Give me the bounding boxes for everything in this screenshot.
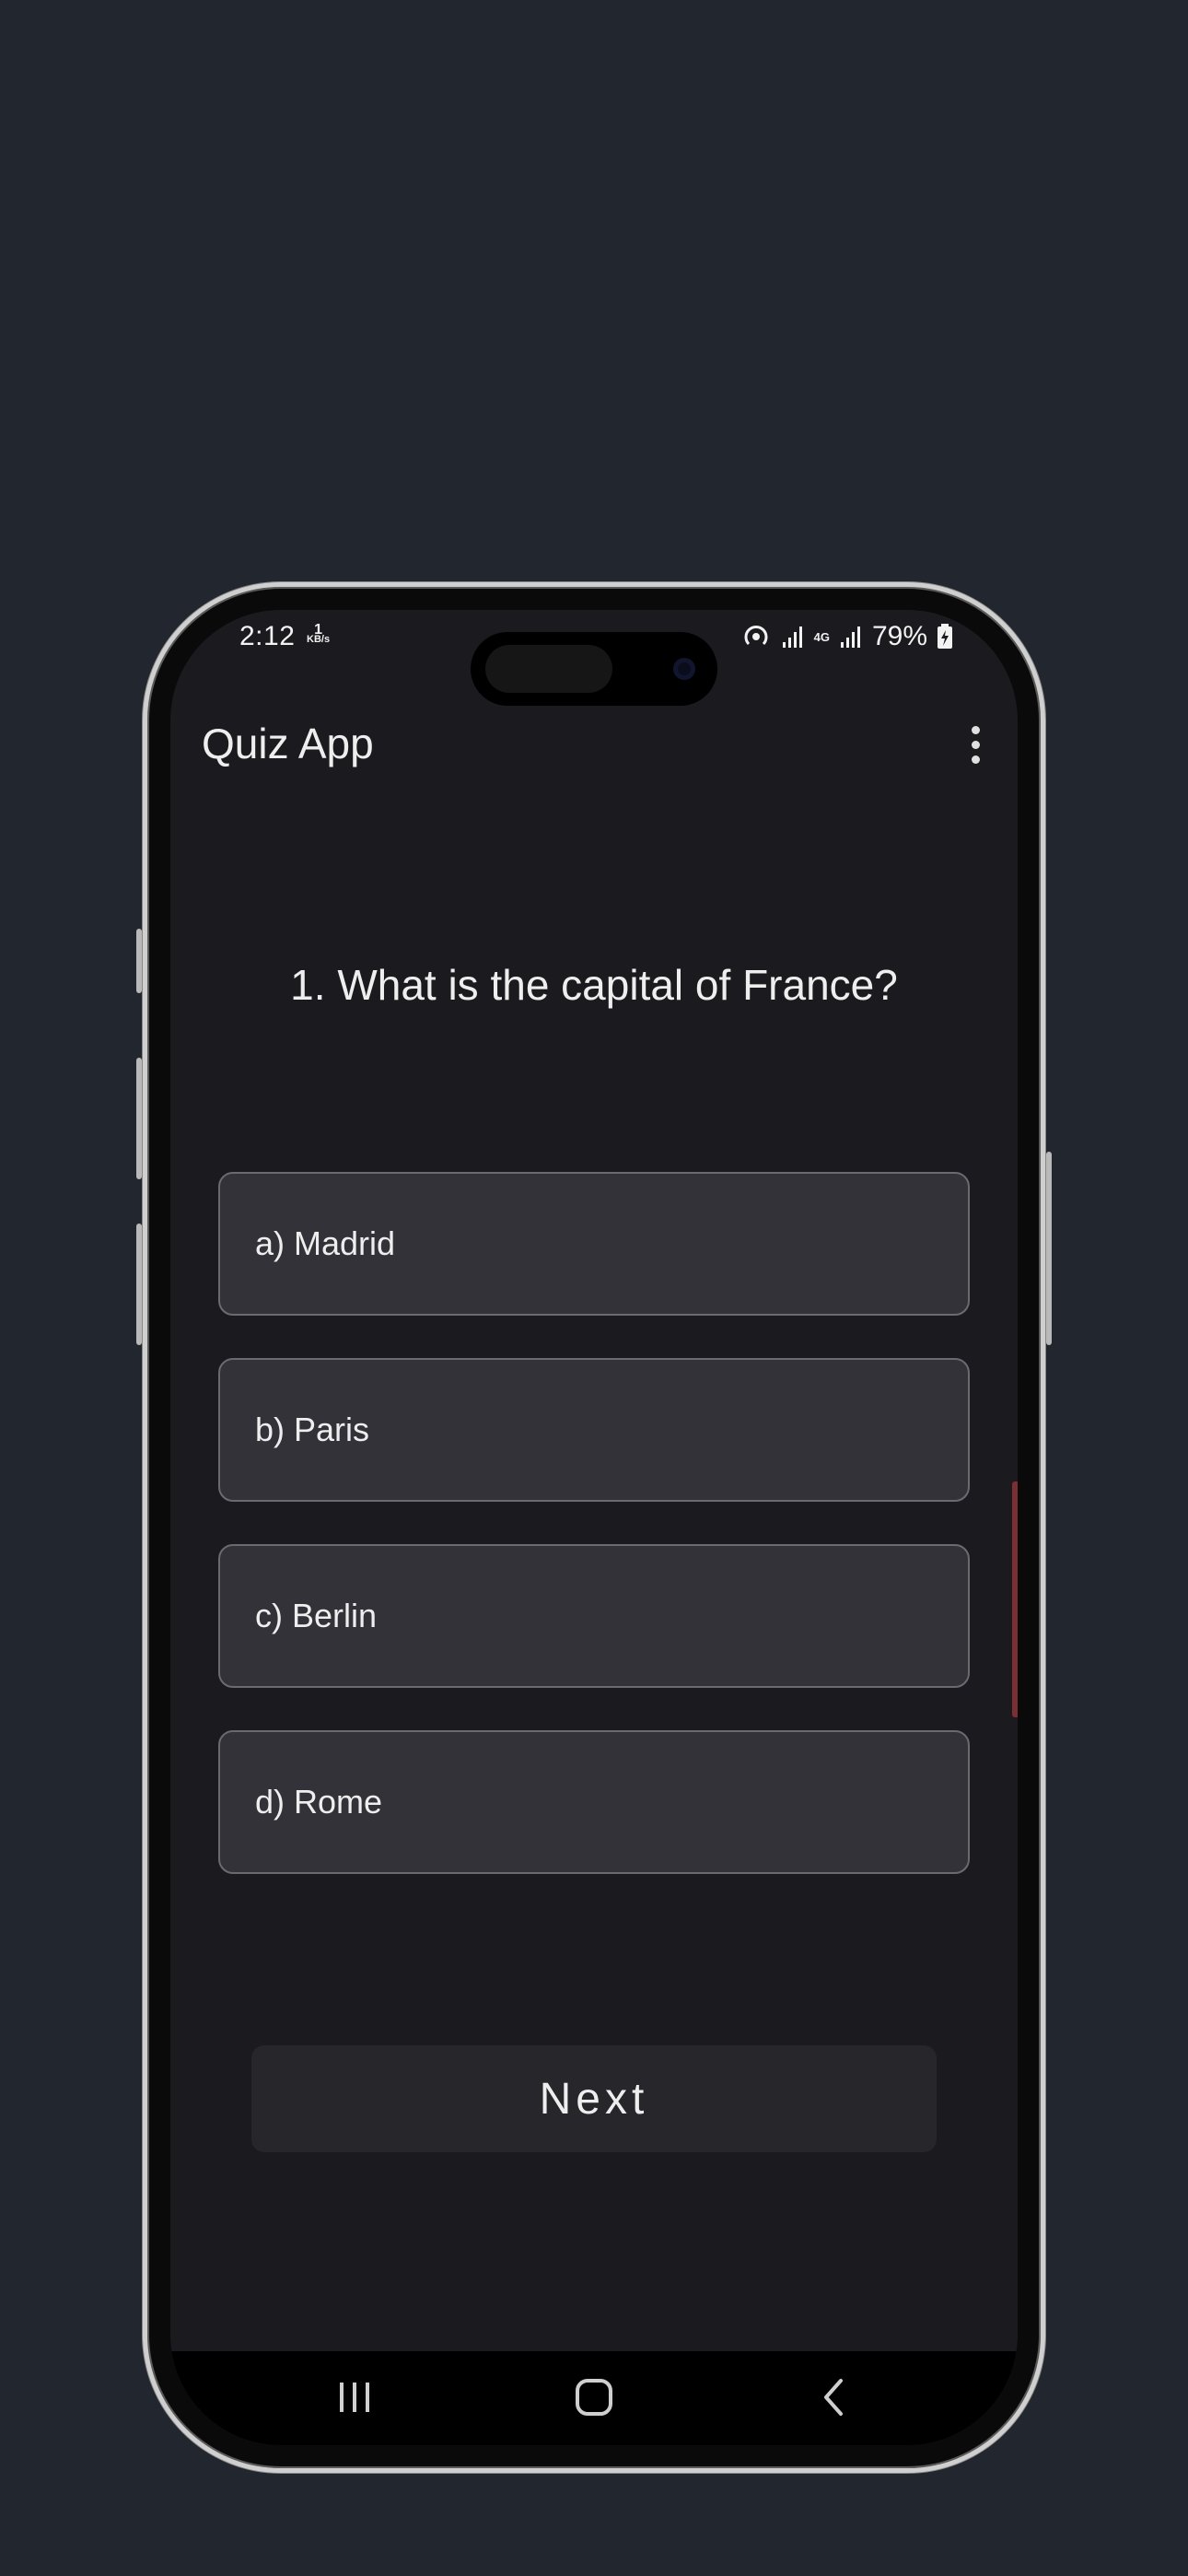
action-button [136,929,142,993]
back-icon[interactable] [806,2370,861,2425]
volume-down-button [136,1224,142,1345]
power-button [1046,1152,1052,1345]
edge-panel-handle[interactable] [1012,1481,1018,1717]
answer-option-c[interactable]: c) Berlin [218,1544,970,1688]
volume-up-button [136,1058,142,1179]
status-icons: 4G 79% [740,621,953,652]
question-text: 1. What is the capital of France? [290,961,898,1009]
hotspot-icon [740,621,772,652]
status-time: 2:12 [239,621,296,651]
app-title: Quiz App [202,720,374,767]
answer-option-b[interactable]: b) Paris [218,1358,970,1502]
front-camera [673,658,695,680]
home-icon[interactable] [566,2370,622,2425]
answer-option-label: d) Rome [255,1783,383,1821]
network-speed: 1 KB/s [307,623,331,645]
more-vert-icon[interactable] [957,719,994,770]
recents-icon[interactable] [327,2370,382,2425]
menu-dot [971,725,980,734]
answer-option-label: c) Berlin [255,1597,378,1634]
answer-option-a[interactable]: a) Madrid [218,1172,970,1316]
menu-dot [971,740,980,749]
answer-options: a) Madrid b) Paris c) Berlin d) Rome [218,1172,970,1916]
answer-option-d[interactable]: d) Rome [218,1730,970,1874]
app-bar: Quiz App [170,698,1018,790]
answer-option-label: a) Madrid [255,1224,396,1262]
menu-dot [971,755,980,764]
next-button[interactable]: Next [251,2045,937,2152]
signal-icon-secondary [839,624,863,650]
navigation-bar [170,2351,1018,2445]
dynamic-island [471,632,717,706]
phone-screen: 2:12 1 KB/s 4G 79% Quiz App 1. What is t… [170,610,1018,2445]
island-sensor [485,645,612,693]
answer-option-label: b) Paris [255,1411,370,1448]
battery-charging-icon [937,624,953,650]
network-speed-unit: KB/s [307,634,331,645]
status-bar: 2:12 1 KB/s 4G 79% [170,610,1018,706]
network-type-label: 4G [813,629,830,644]
battery-percentage: 79% [871,621,927,651]
signal-icon [781,624,805,650]
